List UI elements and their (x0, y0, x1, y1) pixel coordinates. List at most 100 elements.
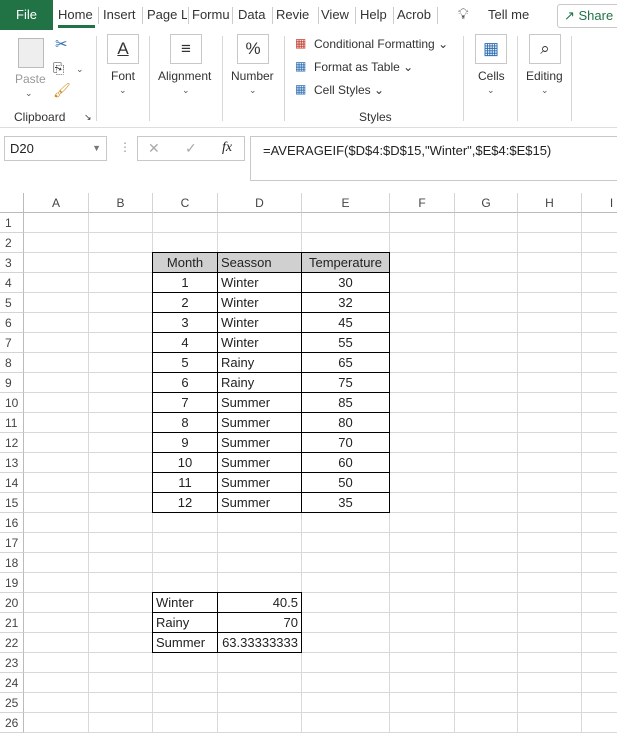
row-header[interactable]: 13 (0, 453, 24, 473)
cell[interactable] (455, 693, 518, 713)
column-header[interactable]: G (455, 193, 518, 213)
cell[interactable] (89, 573, 153, 593)
format-as-table-button[interactable]: Format as Table ⌄ (314, 60, 413, 74)
cell[interactable] (153, 573, 218, 593)
cell[interactable] (89, 293, 153, 313)
cell[interactable] (24, 273, 89, 293)
cell[interactable] (582, 233, 617, 253)
cell[interactable] (24, 633, 89, 653)
cell[interactable] (455, 433, 518, 453)
cell[interactable] (89, 673, 153, 693)
cell[interactable] (455, 673, 518, 693)
cell[interactable] (24, 573, 89, 593)
cell[interactable] (455, 533, 518, 553)
alignment-icon[interactable]: ≡ (170, 34, 202, 64)
cut-icon[interactable]: ✂ (55, 35, 68, 53)
cell[interactable] (89, 233, 153, 253)
table-cell[interactable]: 3 (152, 312, 218, 333)
cell[interactable] (455, 233, 518, 253)
cell[interactable] (24, 453, 89, 473)
cell[interactable] (153, 673, 218, 693)
table-cell[interactable]: Summer (217, 472, 302, 493)
row-header[interactable]: 4 (0, 273, 24, 293)
font-icon[interactable]: A (107, 34, 139, 64)
cell[interactable] (153, 233, 218, 253)
cell[interactable] (218, 653, 302, 673)
cell[interactable] (89, 273, 153, 293)
cell[interactable] (302, 673, 390, 693)
cell[interactable] (89, 613, 153, 633)
cell[interactable] (455, 333, 518, 353)
cell[interactable] (518, 253, 582, 273)
table-cell[interactable]: 7 (152, 392, 218, 413)
row-header[interactable]: 26 (0, 713, 24, 733)
cell[interactable] (582, 493, 617, 513)
cell[interactable] (390, 313, 455, 333)
cell[interactable] (455, 453, 518, 473)
row-header[interactable]: 22 (0, 633, 24, 653)
tell-me-search[interactable]: Tell me (488, 0, 538, 30)
cell[interactable] (518, 313, 582, 333)
column-header[interactable]: E (302, 193, 390, 213)
paste-button[interactable]: Paste (15, 72, 46, 86)
cell[interactable] (89, 653, 153, 673)
cell[interactable] (302, 653, 390, 673)
summary-cell[interactable]: 63.33333333 (217, 632, 302, 653)
column-header[interactable]: A (24, 193, 89, 213)
table-cell[interactable]: 30 (301, 272, 390, 293)
table-cell[interactable]: 85 (301, 392, 390, 413)
column-header[interactable]: I (582, 193, 617, 213)
row-header[interactable]: 18 (0, 553, 24, 573)
row-header[interactable]: 24 (0, 673, 24, 693)
table-cell[interactable]: 9 (152, 432, 218, 453)
chevron-down-icon[interactable]: ▼ (92, 137, 101, 160)
cell[interactable] (89, 413, 153, 433)
table-cell[interactable]: 32 (301, 292, 390, 313)
cell[interactable] (218, 533, 302, 553)
table-cell[interactable]: Winter (217, 272, 302, 293)
cell[interactable] (24, 313, 89, 333)
cell[interactable] (24, 433, 89, 453)
cell[interactable] (89, 453, 153, 473)
cell[interactable] (89, 433, 153, 453)
cell[interactable] (24, 353, 89, 373)
column-header[interactable]: H (518, 193, 582, 213)
column-header[interactable]: D (218, 193, 302, 213)
cell[interactable] (518, 333, 582, 353)
cell[interactable] (89, 213, 153, 233)
share-button[interactable]: ↗ Share (557, 4, 617, 28)
enter-icon[interactable]: ✓ (185, 140, 197, 157)
cells-icon[interactable]: ▦ (475, 34, 507, 64)
table-cell[interactable]: 10 (152, 452, 218, 473)
row-header[interactable]: 12 (0, 433, 24, 453)
cell[interactable] (390, 413, 455, 433)
cell[interactable] (582, 573, 617, 593)
cell[interactable] (455, 653, 518, 673)
table-cell[interactable]: Rainy (217, 352, 302, 373)
cell[interactable] (89, 373, 153, 393)
table-cell[interactable]: Summer (217, 492, 302, 513)
search-icon[interactable]: ⌕ (529, 34, 561, 64)
cell[interactable] (455, 213, 518, 233)
tab-file[interactable]: File (0, 0, 53, 30)
editing-button[interactable]: Editing (526, 69, 563, 83)
cancel-icon[interactable]: ✕ (148, 140, 160, 157)
cell[interactable] (582, 353, 617, 373)
table-cell[interactable]: Rainy (217, 372, 302, 393)
cell[interactable] (518, 293, 582, 313)
summary-cell[interactable]: 40.5 (217, 592, 302, 613)
cell[interactable] (518, 693, 582, 713)
cell[interactable] (582, 553, 617, 573)
cell[interactable] (302, 233, 390, 253)
row-header[interactable]: 14 (0, 473, 24, 493)
table-cell[interactable]: Summer (217, 412, 302, 433)
cell[interactable] (302, 533, 390, 553)
cell[interactable] (24, 413, 89, 433)
tab-help[interactable]: Help (360, 0, 390, 30)
cell[interactable] (153, 533, 218, 553)
cell[interactable] (390, 593, 455, 613)
tab-home[interactable]: Home (58, 0, 95, 28)
cell[interactable] (455, 513, 518, 533)
column-header[interactable]: F (390, 193, 455, 213)
row-header[interactable]: 11 (0, 413, 24, 433)
